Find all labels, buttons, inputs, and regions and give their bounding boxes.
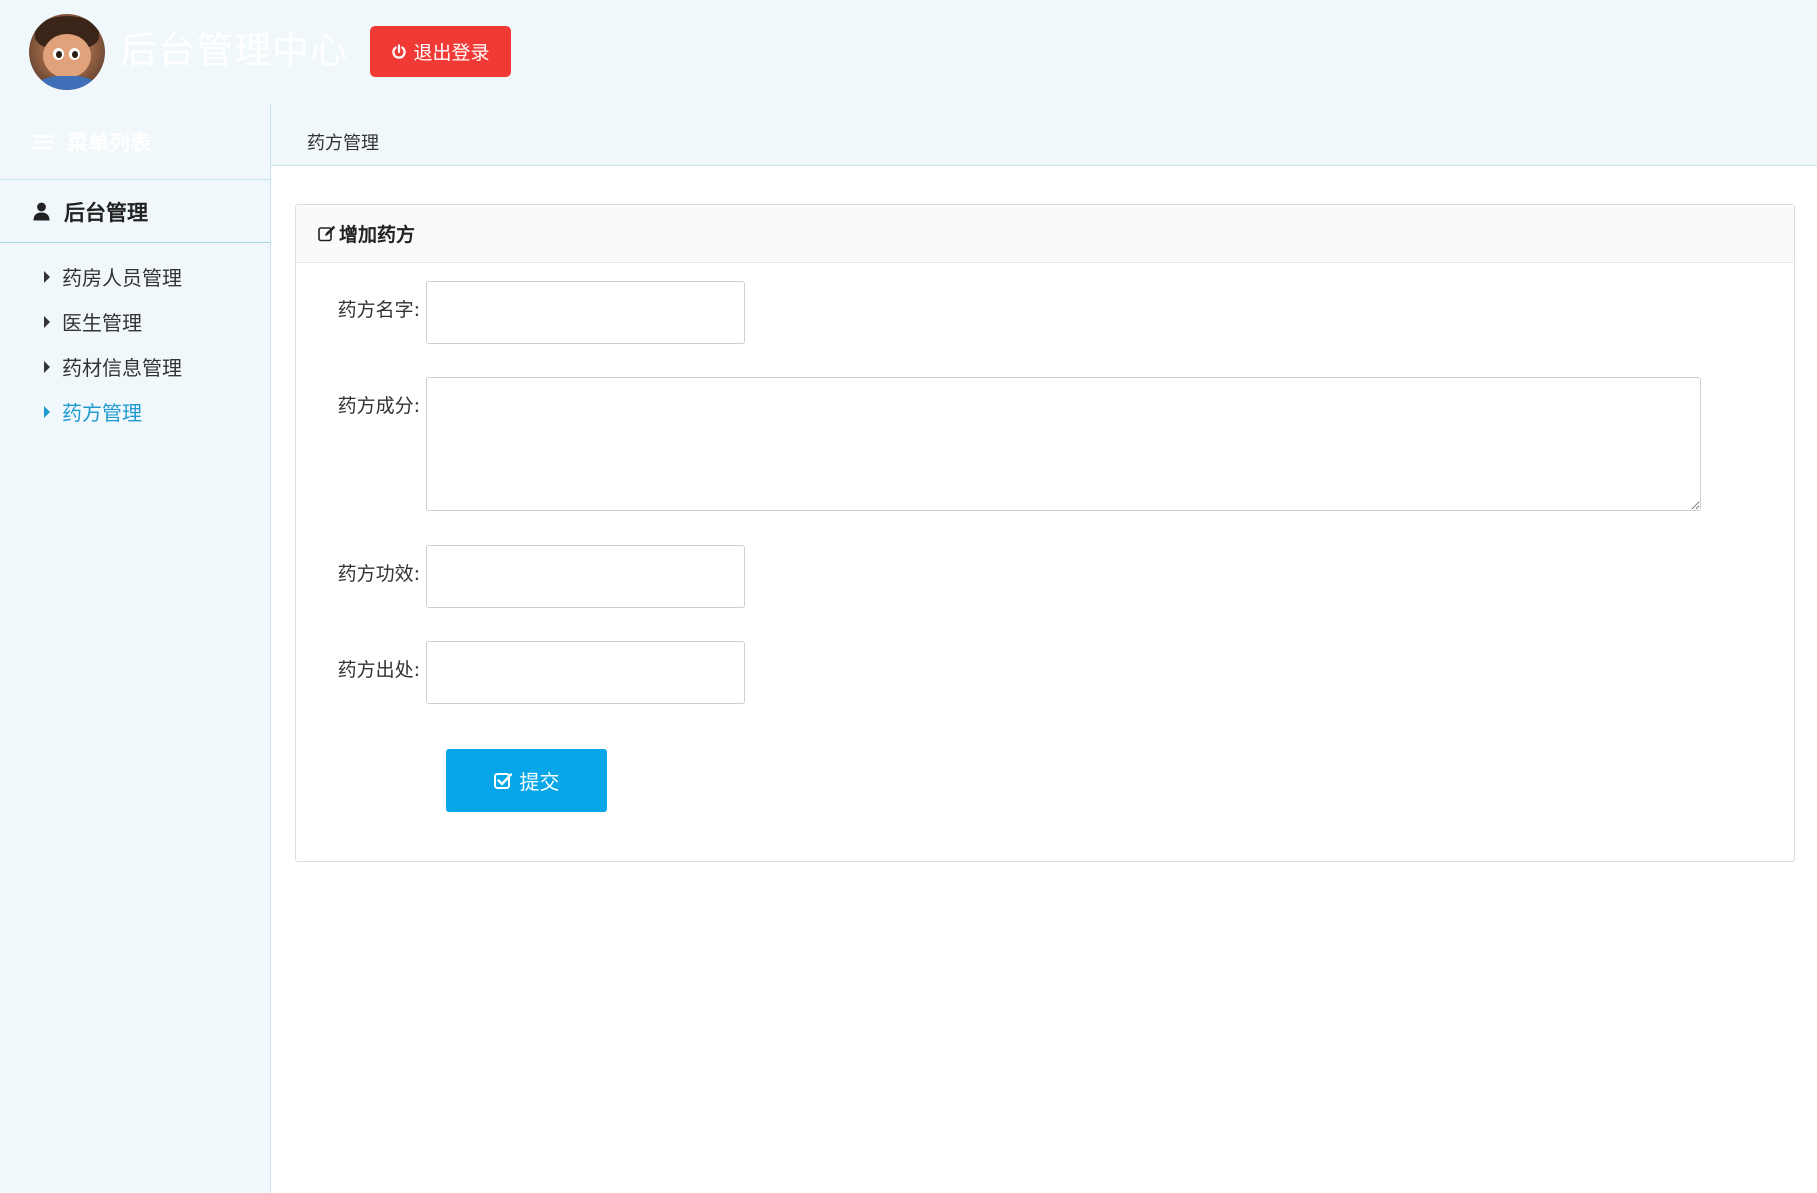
main-content: 增加药方 药方名字: 药方成分: 药方功效: 药方出处: 提交 xyxy=(271,166,1817,1193)
sidebar-item-prescriptions[interactable]: 药方管理 xyxy=(0,389,271,434)
sidebar-item-label: 药方管理 xyxy=(62,401,142,425)
form-row-name: 药方名字: xyxy=(296,281,745,344)
sidebar-group-label: 后台管理 xyxy=(64,200,148,225)
sidebar-item-doctors[interactable]: 医生管理 xyxy=(0,299,271,344)
sidebar: 菜单列表 后台管理 药房人员管理 医生管理 药材信息管理 药方管理 xyxy=(0,104,271,1193)
header: 后台管理中心 退出登录 xyxy=(0,0,1817,104)
submit-button[interactable]: 提交 xyxy=(446,749,607,812)
sidebar-item-label: 医生管理 xyxy=(62,311,142,335)
menu-title: 菜单列表 xyxy=(0,104,271,180)
logout-button[interactable]: 退出登录 xyxy=(370,26,511,77)
form-row-efficacy: 药方功效: xyxy=(296,545,745,608)
panel-title: 增加药方 xyxy=(339,224,416,246)
source-input[interactable] xyxy=(426,641,745,704)
bars-icon xyxy=(33,134,53,149)
caret-right-icon xyxy=(44,405,50,418)
form-row-source: 药方出处: xyxy=(296,641,745,704)
ingredients-label: 药方成分: xyxy=(337,395,420,417)
sidebar-group-admin[interactable]: 后台管理 xyxy=(0,181,271,243)
sidebar-item-pharmacy-staff[interactable]: 药房人员管理 xyxy=(0,254,271,299)
menu-title-label: 菜单列表 xyxy=(67,130,151,155)
caret-right-icon xyxy=(44,360,50,373)
source-label: 药方出处: xyxy=(337,659,420,681)
user-icon xyxy=(33,202,50,221)
edit-icon xyxy=(318,225,336,242)
sidebar-nav: 药房人员管理 医生管理 药材信息管理 药方管理 xyxy=(0,254,271,434)
caret-right-icon xyxy=(44,270,50,283)
sidebar-item-label: 药材信息管理 xyxy=(62,356,182,380)
sidebar-item-label: 药房人员管理 xyxy=(62,266,182,290)
add-prescription-panel: 增加药方 药方名字: 药方成分: 药方功效: 药方出处: 提交 xyxy=(295,204,1795,862)
ingredients-textarea[interactable] xyxy=(426,377,1701,511)
efficacy-input[interactable] xyxy=(426,545,745,608)
logout-label: 退出登录 xyxy=(413,42,490,64)
name-label: 药方名字: xyxy=(337,299,420,321)
submit-label: 提交 xyxy=(519,770,560,794)
sidebar-item-herbs[interactable]: 药材信息管理 xyxy=(0,344,271,389)
efficacy-label: 药方功效: xyxy=(337,563,420,585)
caret-right-icon xyxy=(44,315,50,328)
panel-heading: 增加药方 xyxy=(296,205,1794,263)
avatar xyxy=(29,14,105,90)
site-title: 后台管理中心 xyxy=(120,29,348,72)
form-row-ingredients: 药方成分: xyxy=(296,377,1701,511)
tab-prescriptions[interactable]: 药方管理 xyxy=(271,118,415,166)
check-square-icon xyxy=(493,772,512,789)
tab-bar: 药方管理 xyxy=(271,104,1817,166)
power-icon xyxy=(392,43,407,59)
name-input[interactable] xyxy=(426,281,745,344)
